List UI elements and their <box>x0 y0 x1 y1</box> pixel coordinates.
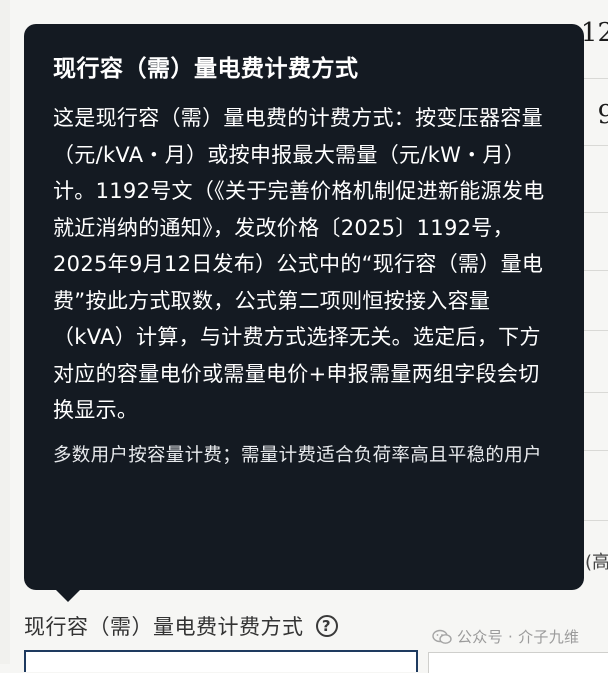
wechat-icon <box>432 629 452 644</box>
field-label-text: 现行容（需）量电费计费方式 <box>24 615 304 639</box>
help-icon[interactable]: ? <box>315 615 338 637</box>
tooltip-note: 多数用户按容量计费；需量计费适合负荷率高且平稳的用户 <box>53 444 542 466</box>
billing-method-select[interactable] <box>24 650 418 672</box>
watermark-text: 公众号 · 介子九维 <box>457 628 580 646</box>
background-value-2: 9 <box>597 100 608 130</box>
tooltip-body: 这是现行容（需）量电费的计费方式：按变压器容量（元/kVA・月）或按申报最大需量… <box>53 106 545 422</box>
background-paren-text: (高 <box>584 552 608 573</box>
help-tooltip: 现行容（需）量电费计费方式 这是现行容（需）量电费的计费方式：按变压器容量（元/… <box>24 24 584 590</box>
background-value-1: 12 <box>580 18 608 48</box>
tooltip-arrow <box>55 589 81 602</box>
billing-method-field-label: 现行容（需）量电费计费方式 ? <box>24 611 338 641</box>
watermark: 公众号 · 介子九维 <box>432 626 579 647</box>
left-edge <box>0 0 10 664</box>
tooltip-title: 现行容（需）量电费计费方式 <box>53 56 359 82</box>
adjacent-input[interactable] <box>428 652 608 673</box>
